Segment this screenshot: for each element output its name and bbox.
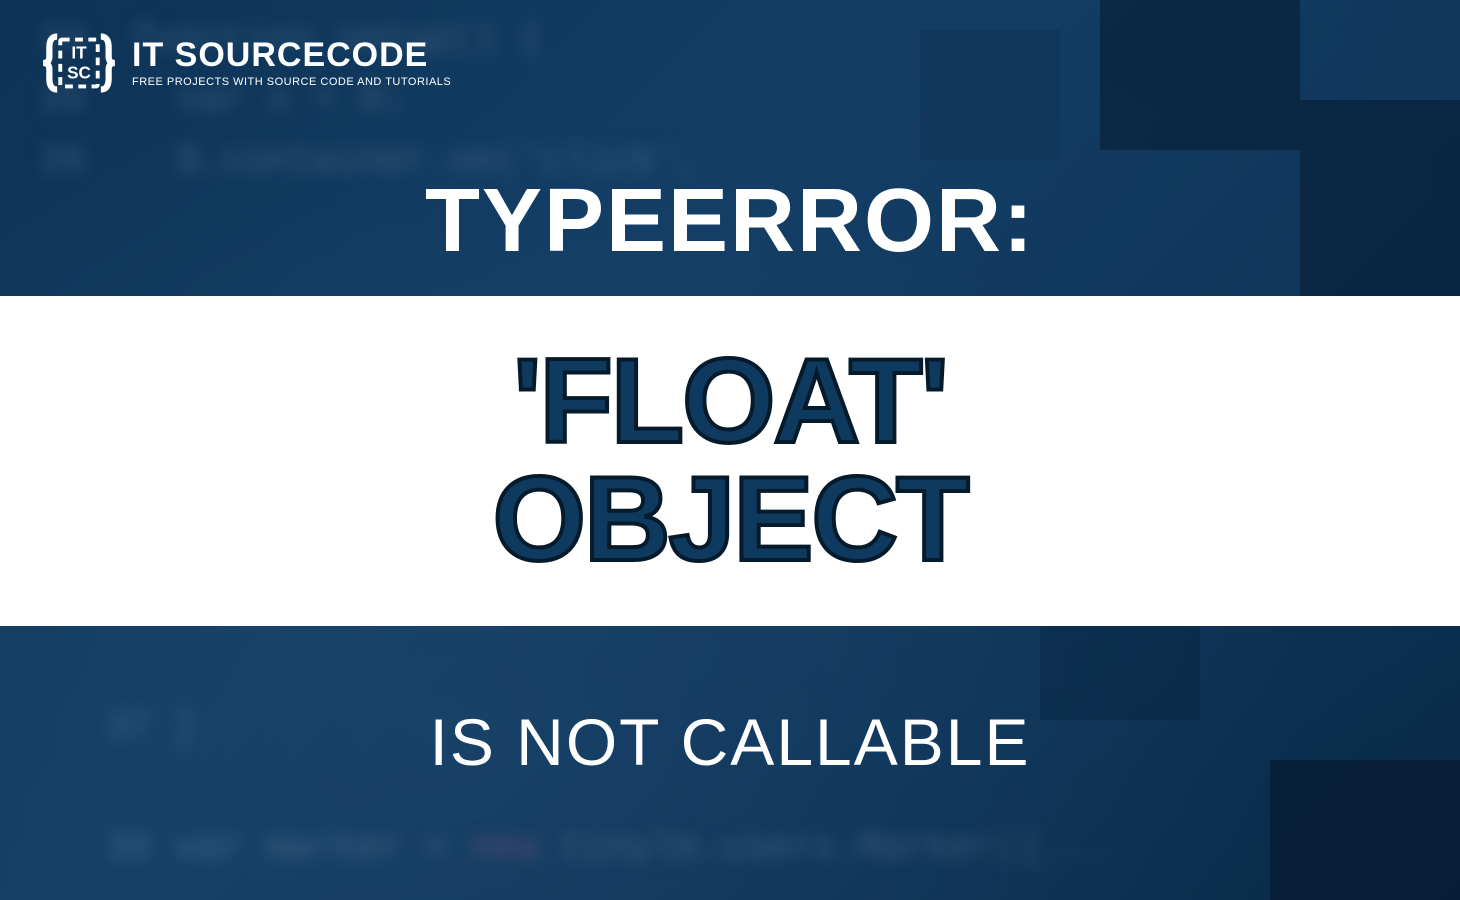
logo: IT SC IT SOURCECODE FREE PROJECTS WITH S… [40,24,451,102]
title-object: OBJECT [493,461,968,579]
title-typeerror: TYPEERROR: [0,170,1460,273]
bg-code-line: tinyle.users.Marker({... [539,827,1109,870]
center-band: 'FLOAT' OBJECT [0,296,1460,626]
svg-text:IT: IT [71,42,87,62]
brand-tagline: FREE PROJECTS WITH SOURCE CODE AND TUTOR… [132,76,451,88]
logo-icon: IT SC [40,24,118,102]
bg-code-keyword: var [174,827,242,870]
logo-text: IT SOURCECODE FREE PROJECTS WITH SOURCE … [132,38,451,88]
decor-square [1270,760,1460,900]
bg-code-line: 38 [106,827,174,870]
decor-square [1100,0,1300,150]
bg-code-line: marker = [242,827,470,870]
brand-name: IT SOURCECODE [132,38,451,72]
title-float: 'FLOAT' [513,343,947,461]
svg-text:SC: SC [67,63,91,83]
decor-square [920,30,1060,160]
title-not-callable: IS NOT CALLABLE [0,704,1460,780]
bg-code-keyword: new [471,827,539,870]
